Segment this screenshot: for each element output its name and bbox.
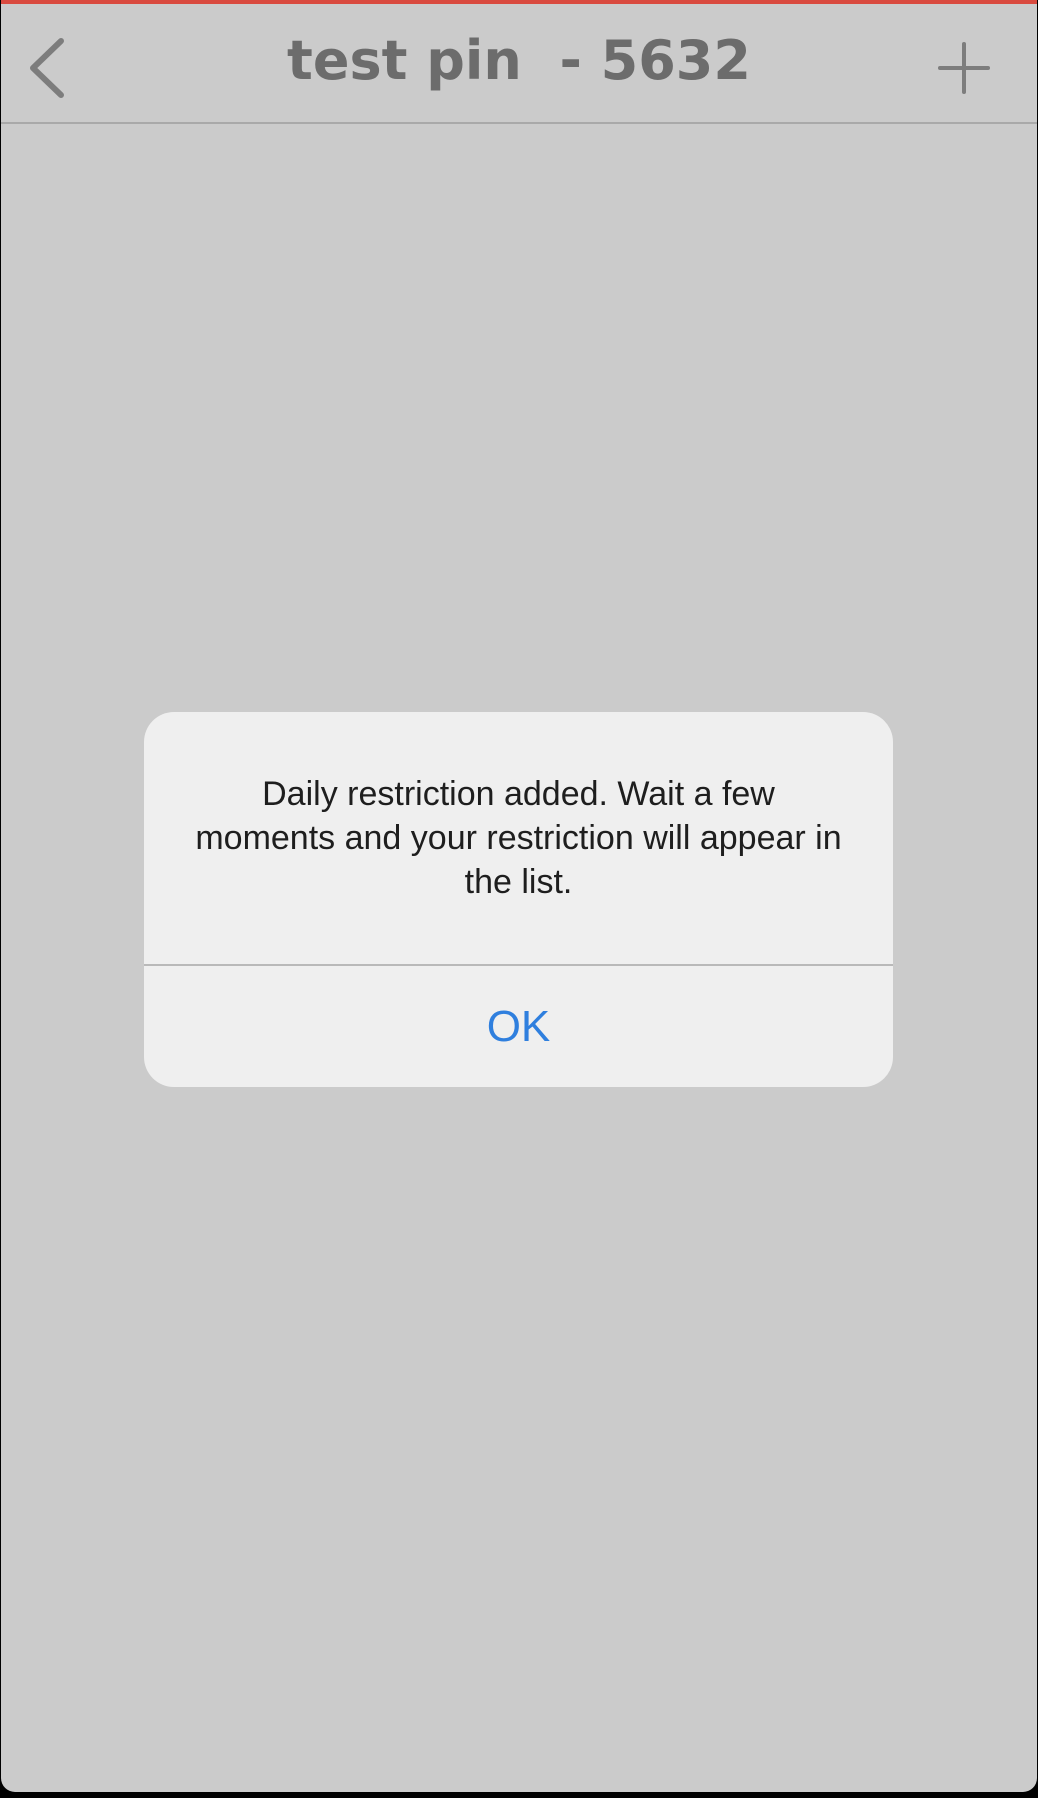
page-title: test pin - 5632	[287, 29, 751, 92]
navigation-bar: test pin - 5632	[1, 4, 1037, 124]
chevron-left-icon	[30, 38, 64, 98]
add-button[interactable]	[929, 30, 999, 106]
app-screen: test pin - 5632 Daily restriction added.…	[1, 0, 1037, 1792]
ok-button[interactable]: OK	[144, 966, 893, 1087]
alert-message: Daily restriction added. Wait a few mome…	[195, 775, 842, 901]
alert-dialog: Daily restriction added. Wait a few mome…	[144, 712, 893, 1087]
back-button[interactable]	[15, 30, 79, 106]
plus-icon	[938, 42, 990, 94]
